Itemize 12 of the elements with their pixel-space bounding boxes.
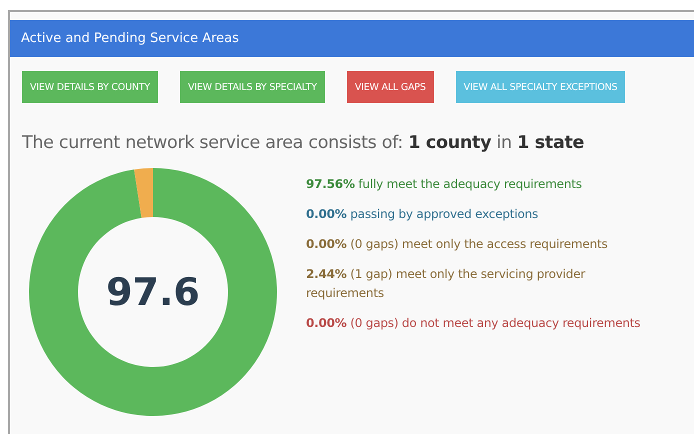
summary-text: The current network service area consists of: 1 county in 1 state [22,133,586,153]
view-button[interactable]: VIEW DETAILS BY COUNTY [22,71,158,103]
legend-text: 97.56% fully meet the adequacy requirements [306,176,583,193]
percentage-value: 97.6 [106,270,200,314]
panel-title: Active and Pending Service Areas [21,31,239,46]
view-button[interactable]: VIEW ALL GAPS [346,71,434,103]
legend-text: 0.00% passing by approved exceptions [306,206,540,223]
view-button[interactable]: VIEW DETAILS BY SPECIALTY [180,71,325,103]
view-button[interactable]: VIEW ALL SPECIALTY EXCEPTIONS [456,71,626,103]
legend-text: 2.44% (1 gap) meet only the servicing provider requirements [306,266,586,302]
legend-text: 0.00% (0 gaps) meet only the access requirements [306,236,609,253]
legend-text: 0.00% (0 gaps) do not meet any adequacy requirements [306,315,642,332]
